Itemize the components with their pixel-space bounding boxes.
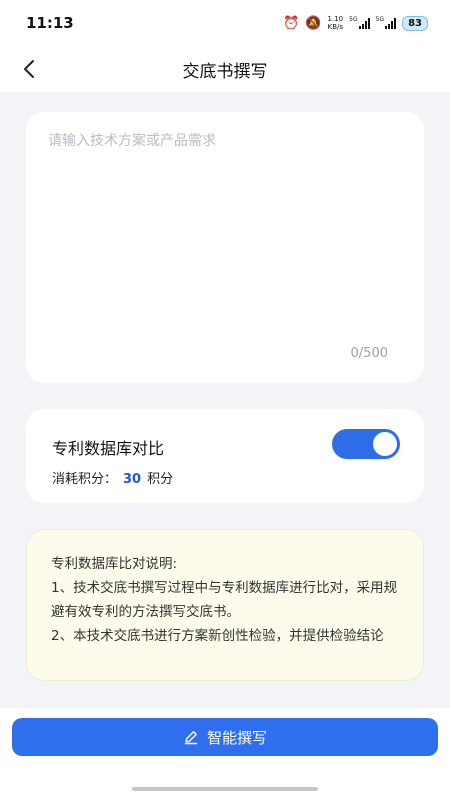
smart-write-label: 智能撰写: [206, 728, 267, 747]
smart-write-button[interactable]: 智能撰写: [12, 718, 438, 756]
bottom-action-bar: 智能撰写: [0, 708, 450, 800]
requirement-input[interactable]: [48, 130, 402, 340]
compare-explanation-note: 专利数据库比对说明: 1、技术交底书撰写过程中与专利数据库进行比对，采用规避有效…: [26, 529, 424, 681]
signal-bars-icon: [358, 18, 370, 29]
note-item-1: 1、技术交底书撰写过程中与专利数据库进行比对，采用规避有效专利的方法撰写交底书。: [51, 580, 398, 620]
points-cost: 消耗积分： 30 积分: [52, 468, 173, 487]
alarm-icon: ⏰: [283, 15, 300, 31]
status-time: 11:13: [26, 14, 74, 32]
signal-bars-icon: [385, 18, 397, 29]
signal-1-label: 5G: [349, 16, 358, 23]
back-arrow-icon[interactable]: [18, 57, 42, 81]
requirement-input-card: 0/500: [26, 112, 424, 383]
net-speed-unit: KB/s: [327, 23, 344, 31]
battery-indicator: 83: [402, 15, 428, 31]
points-cost-unit: 积分: [147, 472, 174, 487]
status-icons: ⏰ 🔕 1.10 KB/s 5G 5G 83: [283, 15, 428, 31]
patent-compare-toggle[interactable]: [332, 429, 400, 459]
note-item-2: 2、本技术交底书进行方案新创性检验，并提供检验结论: [51, 628, 384, 644]
signal-1: 5G: [349, 16, 370, 29]
network-speed: 1.10 KB/s: [328, 15, 344, 31]
note-heading: 专利数据库比对说明:: [51, 556, 178, 572]
status-bar: 11:13 ⏰ 🔕 1.10 KB/s 5G 5G 83: [0, 0, 450, 46]
signal-2: 5G: [375, 16, 397, 29]
points-cost-label: 消耗积分：: [52, 472, 118, 487]
page-header: 交底书撰写: [0, 46, 450, 92]
home-indicator[interactable]: [132, 787, 318, 791]
page-title: 交底书撰写: [182, 61, 268, 82]
patent-compare-card: 专利数据库对比 消耗积分： 30 积分: [26, 409, 424, 503]
signal-2-label: 5G: [375, 16, 385, 23]
net-speed-value: 1.10: [327, 15, 344, 23]
points-cost-value: 30: [123, 472, 142, 487]
char-count: 0/500: [350, 346, 388, 361]
mute-bell-icon: 🔕: [305, 15, 322, 31]
patent-compare-title: 专利数据库对比: [52, 439, 165, 458]
toggle-knob: [373, 432, 397, 456]
pen-icon: [184, 731, 198, 745]
